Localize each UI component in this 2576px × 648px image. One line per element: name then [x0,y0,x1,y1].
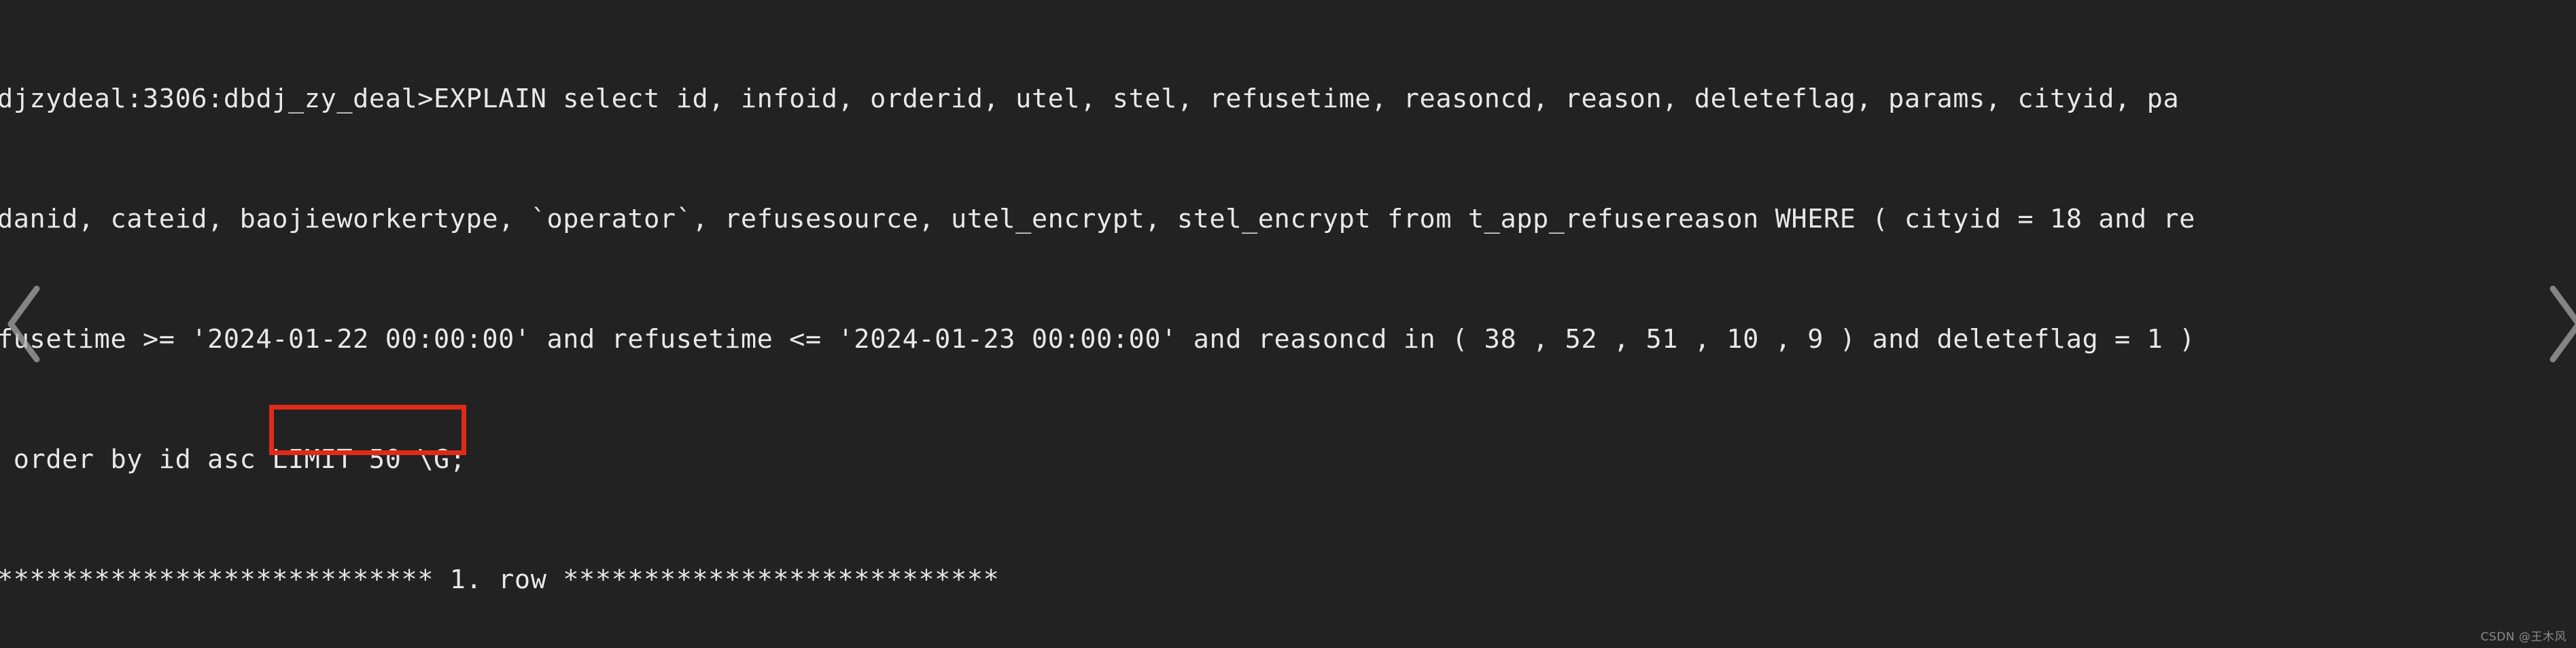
terminal-line-command-1: djzydeal:3306:dbdj_zy_deal>EXPLAIN selec… [0,84,2180,114]
chevron-left-icon [1,283,49,365]
terminal-line-command-2: danid, cateid, baojieworkertype, `operat… [0,204,2195,234]
terminal-line-command-4: order by id asc LIMIT 50 \G; [0,444,466,475]
terminal-output[interactable]: djzydeal:3306:dbdj_zy_deal>EXPLAIN selec… [0,0,2576,648]
terminal-window: djzydeal:3306:dbdj_zy_deal>EXPLAIN selec… [0,0,2576,648]
previous-image-button[interactable] [1,283,49,365]
chevron-right-icon [2541,283,2576,365]
next-image-button[interactable] [2541,283,2576,365]
watermark: CSDN @王木风 [2480,630,2566,644]
explain-row-separator: *************************** 1. row *****… [0,564,1000,595]
terminal-line-command-3: fusetime >= '2024-01-22 00:00:00' and re… [0,324,2195,355]
